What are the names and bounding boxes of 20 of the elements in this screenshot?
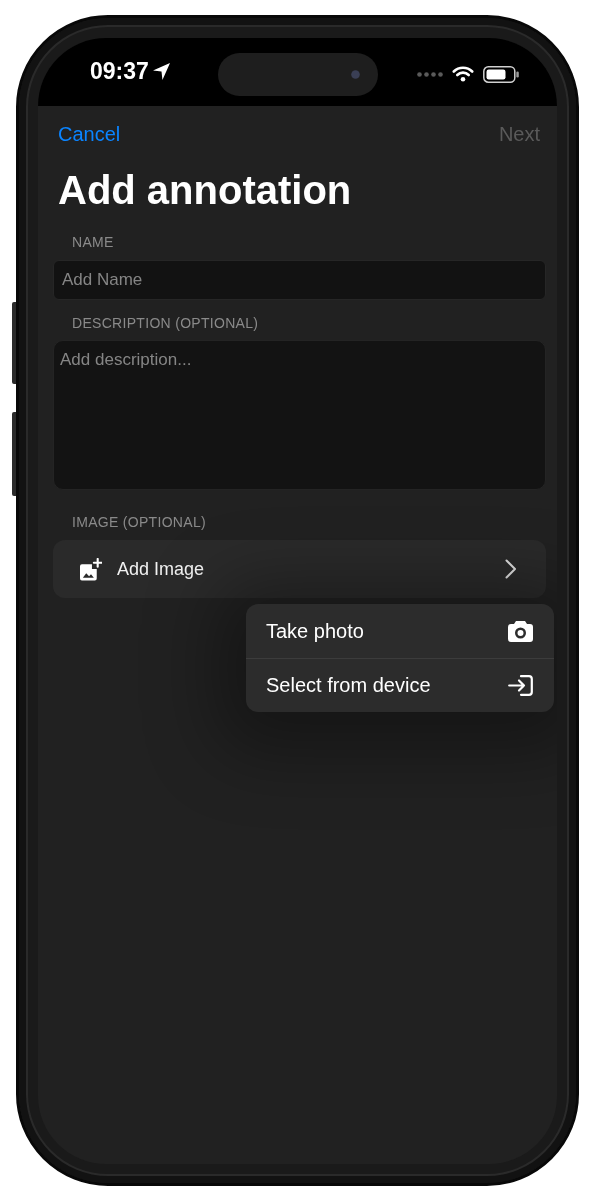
field-label: NAME bbox=[71, 233, 114, 251]
camera-lens-icon bbox=[350, 70, 360, 79]
name-field[interactable]: Add Name bbox=[53, 260, 546, 300]
location-arrow-icon bbox=[152, 62, 170, 80]
add-image-icon bbox=[80, 557, 102, 581]
description-field[interactable]: Add description... bbox=[53, 340, 546, 490]
arrow-into-bracket-icon bbox=[508, 675, 533, 696]
cancel-button[interactable]: Cancel bbox=[58, 122, 121, 146]
chevron-right-icon bbox=[505, 559, 517, 579]
menu-item[interactable]: Select from device bbox=[246, 658, 554, 712]
add-image-button[interactable]: Add Image bbox=[53, 540, 546, 598]
battery-icon bbox=[483, 65, 519, 83]
page-title: Add annotation bbox=[58, 167, 353, 214]
menu-item[interactable]: Take photo bbox=[246, 604, 554, 658]
signal-icon bbox=[417, 71, 443, 77]
field-label: DESCRIPTION (OPTIONAL) bbox=[71, 314, 259, 332]
status-time: 09:37 bbox=[90, 57, 149, 85]
wifi-icon bbox=[452, 66, 474, 82]
field-label: IMAGE (OPTIONAL) bbox=[71, 513, 206, 531]
camera-icon bbox=[508, 620, 533, 642]
